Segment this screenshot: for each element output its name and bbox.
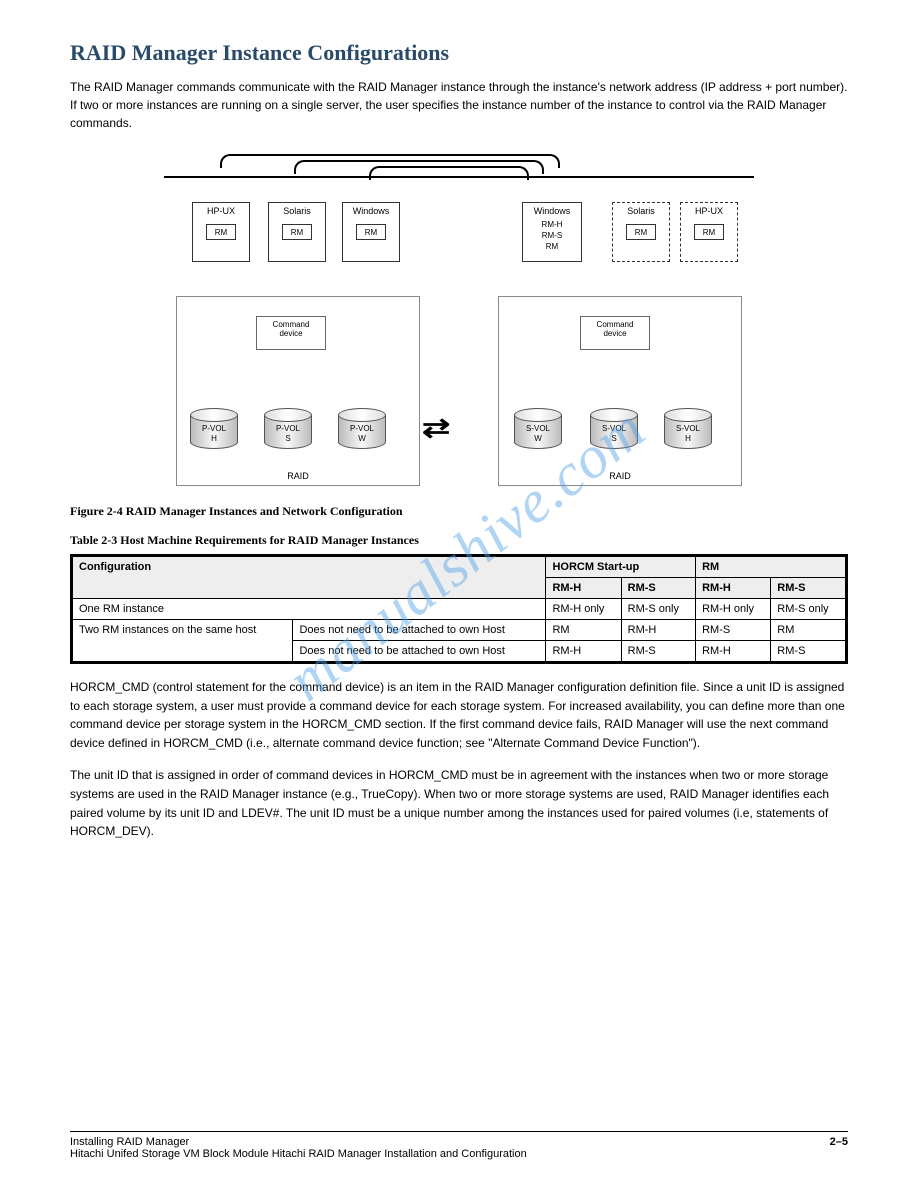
cell: RM-H [696, 641, 771, 663]
cell: Does not need to be attached to own Host [293, 641, 546, 663]
col-configuration: Configuration [72, 556, 546, 599]
cylinder-svol-h: S-VOL H [664, 408, 712, 456]
cyl-label: S-VOL S [590, 424, 638, 444]
footer-left: Installing RAID Manager Hitachi Unifed S… [70, 1136, 527, 1160]
cylinder-pvol-w: P-VOL W [338, 408, 386, 456]
table-caption: Table 2-3 Host Machine Requirements for … [70, 533, 848, 548]
rm-stack-item: RM [523, 241, 581, 252]
col-group-rm: RM [696, 556, 847, 578]
cell: RM-H only [546, 599, 621, 620]
host-solaris-right: Solaris RM [612, 202, 670, 262]
raid-label: RAID [177, 471, 419, 481]
cell: RM-S [621, 641, 695, 663]
page-title: RAID Manager Instance Configurations [70, 40, 848, 66]
host-label: HP-UX [193, 206, 249, 216]
cell: RM-H only [696, 599, 771, 620]
col-horcm-start: HORCM Start-up [546, 556, 696, 578]
cylinder-pvol-s: P-VOL S [264, 408, 312, 456]
rm-box: RM [626, 224, 656, 240]
cyl-label: S-VOL W [514, 424, 562, 444]
host-hpux-right: HP-UX RM [680, 202, 738, 262]
host-windows-right: Windows RM-H RM-S RM [522, 202, 582, 262]
col-h-rmh: RM-H [696, 578, 771, 599]
command-device-right: Command device [580, 316, 650, 350]
host-label: HP-UX [681, 206, 737, 216]
host-label: Windows [523, 206, 581, 216]
col-h-rms: RM-S [771, 578, 847, 599]
rm-box: RM [206, 224, 236, 240]
cell: Two RM instances on the same host [72, 620, 293, 663]
cmd-label: Command device [581, 320, 649, 338]
cell: RM-H [546, 641, 621, 663]
host-label: Solaris [613, 206, 669, 216]
table-row: One RM instance RM-H only RM-S only RM-H… [72, 599, 847, 620]
col-rms: RM-S [621, 578, 695, 599]
cell: RM [771, 620, 847, 641]
rm-stack-item: RM-H [523, 219, 581, 230]
cmd-label: Command device [257, 320, 325, 338]
footer-page-number: 2–5 [830, 1136, 848, 1160]
cell: RM-S [696, 620, 771, 641]
network-diagram: HP-UX RM Solaris RM Windows RM Windows R… [164, 146, 754, 491]
cell: RM-S only [621, 599, 695, 620]
cell: Does not need to be attached to own Host [293, 620, 546, 641]
rm-stack-item: RM-S [523, 230, 581, 241]
cyl-label: P-VOL W [338, 424, 386, 444]
host-label: Windows [343, 206, 399, 216]
rm-box: RM [282, 224, 312, 240]
figure-container: HP-UX RM Solaris RM Windows RM Windows R… [70, 146, 848, 496]
paragraph: HORCM_CMD (control statement for the com… [70, 678, 848, 752]
table-row: Two RM instances on the same host Does n… [72, 620, 847, 641]
body-text: HORCM_CMD (control statement for the com… [70, 678, 848, 841]
rm-box: RM [356, 224, 386, 240]
intro-paragraph: The RAID Manager commands communicate wi… [70, 78, 848, 132]
host-label: Solaris [269, 206, 325, 216]
paragraph: The unit ID that is assigned in order of… [70, 766, 848, 840]
figure-caption: Figure 2-4 RAID Manager Instances and Ne… [70, 504, 848, 519]
cell: RM-S [771, 641, 847, 663]
rm-stack: RM-H RM-S RM [523, 219, 581, 252]
cylinder-pvol-h: P-VOL H [190, 408, 238, 456]
cylinder-svol-w: S-VOL W [514, 408, 562, 456]
host-windows-left: Windows RM [342, 202, 400, 262]
rm-box: RM [694, 224, 724, 240]
cyl-label: P-VOL H [190, 424, 238, 444]
cell: RM [546, 620, 621, 641]
cell: One RM instance [72, 599, 546, 620]
page-footer: Installing RAID Manager Hitachi Unifed S… [70, 1131, 848, 1160]
col-rmh: RM-H [546, 578, 621, 599]
cyl-label: P-VOL S [264, 424, 312, 444]
cell: RM-S only [771, 599, 847, 620]
cylinder-svol-s: S-VOL S [590, 408, 638, 456]
footer-section-title: Installing RAID Manager [70, 1136, 527, 1148]
host-solaris-left: Solaris RM [268, 202, 326, 262]
command-device-left: Command device [256, 316, 326, 350]
raid-label: RAID [499, 471, 741, 481]
replication-arrow-icon: ⇄ [422, 412, 451, 444]
network-line [164, 176, 754, 178]
page-number: 2–5 [830, 1136, 848, 1148]
requirements-table: Configuration HORCM Start-up RM RM-H RM-… [70, 554, 848, 664]
host-hpux-left: HP-UX RM [192, 202, 250, 262]
cyl-label: S-VOL H [664, 424, 712, 444]
cell: RM-H [621, 620, 695, 641]
table-header-row: Configuration HORCM Start-up RM [72, 556, 847, 578]
footer-doc-title: Hitachi Unifed Storage VM Block Module H… [70, 1148, 527, 1160]
